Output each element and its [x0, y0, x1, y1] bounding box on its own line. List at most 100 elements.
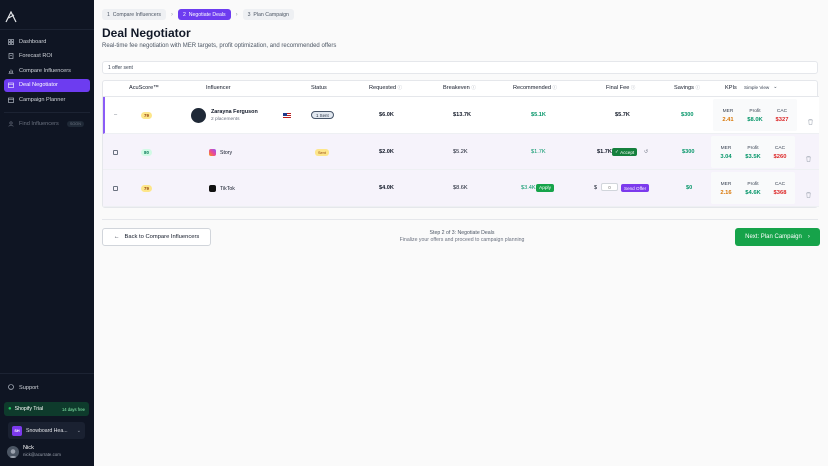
placement-cell: Story [209, 149, 232, 156]
sidebar-item-find-influencers: Find Influencers SOON [4, 117, 90, 130]
main-content: 1 Compare Influencers › 2 Negotiate Deal… [94, 0, 828, 466]
step-negotiate-deals[interactable]: 2 Negotiate Deals [177, 9, 231, 20]
soon-badge: SOON [66, 120, 84, 127]
table-row[interactable]: 80 Story Sent $2.0K $5.2K $1.7K $1.7K ✓ … [103, 134, 819, 170]
sidebar-divider [4, 112, 90, 113]
chevron-right-icon: › [807, 234, 810, 240]
step-number: 1 [107, 11, 110, 18]
placement-label: Story [220, 149, 233, 156]
user-name: Nick [23, 445, 34, 451]
shopify-trial-badge[interactable]: ● Shopify Trial 14 days free [4, 402, 89, 416]
kpi-mer: MER 2.41 [715, 107, 741, 124]
table-row[interactable]: – 79 Zarayna Ferguson 2 placements 1 Sen… [103, 97, 819, 134]
support-link[interactable]: Support [8, 384, 39, 392]
kpi-label: Profit [749, 109, 761, 114]
arrow-left-icon: ← [113, 234, 120, 240]
table-row[interactable]: 79 TikTok $4.0K $8.6K $3.4K Apply $ Send… [103, 170, 819, 207]
influencer-cell[interactable]: Zarayna Ferguson 2 placements [191, 108, 258, 123]
header-status: Status [311, 85, 327, 91]
header-kpis: KPIs [725, 85, 737, 91]
header-label: Breakeven [443, 85, 470, 91]
users-icon [8, 120, 14, 127]
header-label: Requested [369, 85, 397, 91]
back-button[interactable]: ← Back to Compare Influencers [102, 228, 211, 246]
sidebar-item-label: Deal Negotiator [19, 82, 58, 88]
store-selector[interactable]: SH Snowboard Hea... ⌄ [8, 422, 85, 439]
avatar [191, 108, 206, 123]
offers-sent-bar: 1 offer sent [102, 61, 818, 74]
requested-value: $6.0K [379, 112, 394, 118]
header-label: Final Fee [606, 85, 630, 91]
tiktok-icon [209, 185, 216, 192]
sidebar-item-forecast-roi[interactable]: Forecast ROI [4, 50, 90, 63]
kpi-panel: MER 3.04 Profit $3.5K CAC $260 [711, 136, 795, 168]
row-checkbox[interactable] [113, 150, 118, 155]
sidebar-item-label: Compare Influencers [19, 67, 71, 74]
sidebar: Dashboard Forecast ROI Compare Influence… [0, 0, 94, 466]
kpi-cac: CAC $260 [767, 144, 793, 161]
sidebar-nav-secondary: Find Influencers SOON [4, 117, 90, 132]
savings-value: $0 [686, 185, 693, 191]
trash-icon[interactable] [806, 149, 811, 162]
sidebar-item-compare-influencers[interactable]: Compare Influencers [4, 64, 90, 77]
step-number: 2 [182, 11, 186, 18]
next-button[interactable]: Next: Plan Campaign › [735, 228, 820, 246]
kpi-label: Profit [747, 182, 759, 187]
status-badge: Sent [315, 149, 329, 156]
step-compare-influencers[interactable]: 1 Compare Influencers [102, 9, 166, 20]
info-icon: ⓘ [397, 85, 403, 90]
kpi-profit: Profit $4.6K [740, 180, 766, 197]
next-button-label: Next: Plan Campaign [745, 234, 802, 240]
sidebar-item-campaign-planner[interactable]: Campaign Planner [4, 93, 90, 106]
sidebar-item-deal-negotiator[interactable]: Deal Negotiator [4, 78, 90, 92]
page-title: Deal Negotiator [102, 26, 191, 40]
kpi-value: $4.6K [745, 190, 761, 196]
header-final-fee[interactable]: Final Fee ⓘ [606, 85, 635, 91]
header-recommended[interactable]: Recommended ⓘ [513, 85, 557, 91]
shopify-icon: ● [8, 406, 12, 412]
kpi-cac: CAC $368 [767, 180, 793, 197]
back-button-label: Back to Compare Influencers [124, 234, 200, 240]
header-savings[interactable]: Savings ⓘ [674, 85, 700, 91]
row-checkbox[interactable] [113, 186, 118, 191]
store-avatar: SH [12, 425, 22, 436]
final-fee-input[interactable] [601, 183, 618, 191]
sidebar-item-label: Dashboard [19, 38, 47, 45]
step-plan-campaign[interactable]: 3 Plan Campaign [242, 9, 294, 20]
trash-icon[interactable] [806, 185, 811, 198]
chevron-down-icon: ⌄ [773, 84, 778, 90]
chart-icon [8, 68, 14, 74]
sidebar-nav: Dashboard Forecast ROI Compare Influence… [4, 35, 90, 108]
sidebar-divider [0, 29, 94, 30]
trash-icon[interactable] [808, 112, 813, 125]
accept-label: Accept [620, 149, 635, 155]
sidebar-item-dashboard[interactable]: Dashboard [4, 35, 90, 48]
influencer-name: Zarayna Ferguson [211, 108, 258, 115]
trial-days: 14 days free [61, 406, 85, 412]
header-requested[interactable]: Requested ⓘ [369, 85, 402, 91]
kpi-label: CAC [776, 109, 788, 114]
undo-icon[interactable]: ↺ [644, 149, 648, 155]
apply-button[interactable]: Apply [536, 184, 554, 192]
kpi-cac: CAC $327 [769, 107, 795, 124]
kpi-label: MER [720, 146, 732, 151]
info-icon: ⓘ [695, 85, 700, 90]
kpi-label: MER [720, 182, 732, 187]
kpi-value: 3.04 [720, 154, 732, 160]
header-breakeven[interactable]: Breakeven ⓘ [443, 85, 476, 91]
user-profile[interactable]: Nick nick@acurrate.com [7, 445, 61, 458]
send-offer-button[interactable]: Send Offer [621, 184, 650, 192]
kpi-value: $8.0K [747, 117, 763, 123]
breadcrumb: 1 Compare Influencers › 2 Negotiate Deal… [102, 9, 294, 20]
view-select[interactable]: Simple View ⌄ [744, 84, 777, 90]
header-score[interactable]: AcuScore™ [129, 85, 159, 91]
step-progress-info: Step 2 of 3: Negotiate Deals Finalize yo… [354, 230, 570, 244]
sidebar-item-label: Forecast ROI [19, 53, 53, 59]
kpi-mer: MER 2.16 [713, 180, 739, 197]
accept-button[interactable]: ✓ Accept [612, 148, 638, 156]
brand-logo-icon[interactable] [5, 10, 17, 23]
kpi-value: 2.41 [722, 117, 734, 123]
kpi-panel: MER 2.41 Profit $8.0K CAC $327 [713, 99, 797, 131]
sidebar-item-label: Find Influencers [19, 120, 59, 127]
row-collapse-dash[interactable]: – [114, 112, 117, 118]
